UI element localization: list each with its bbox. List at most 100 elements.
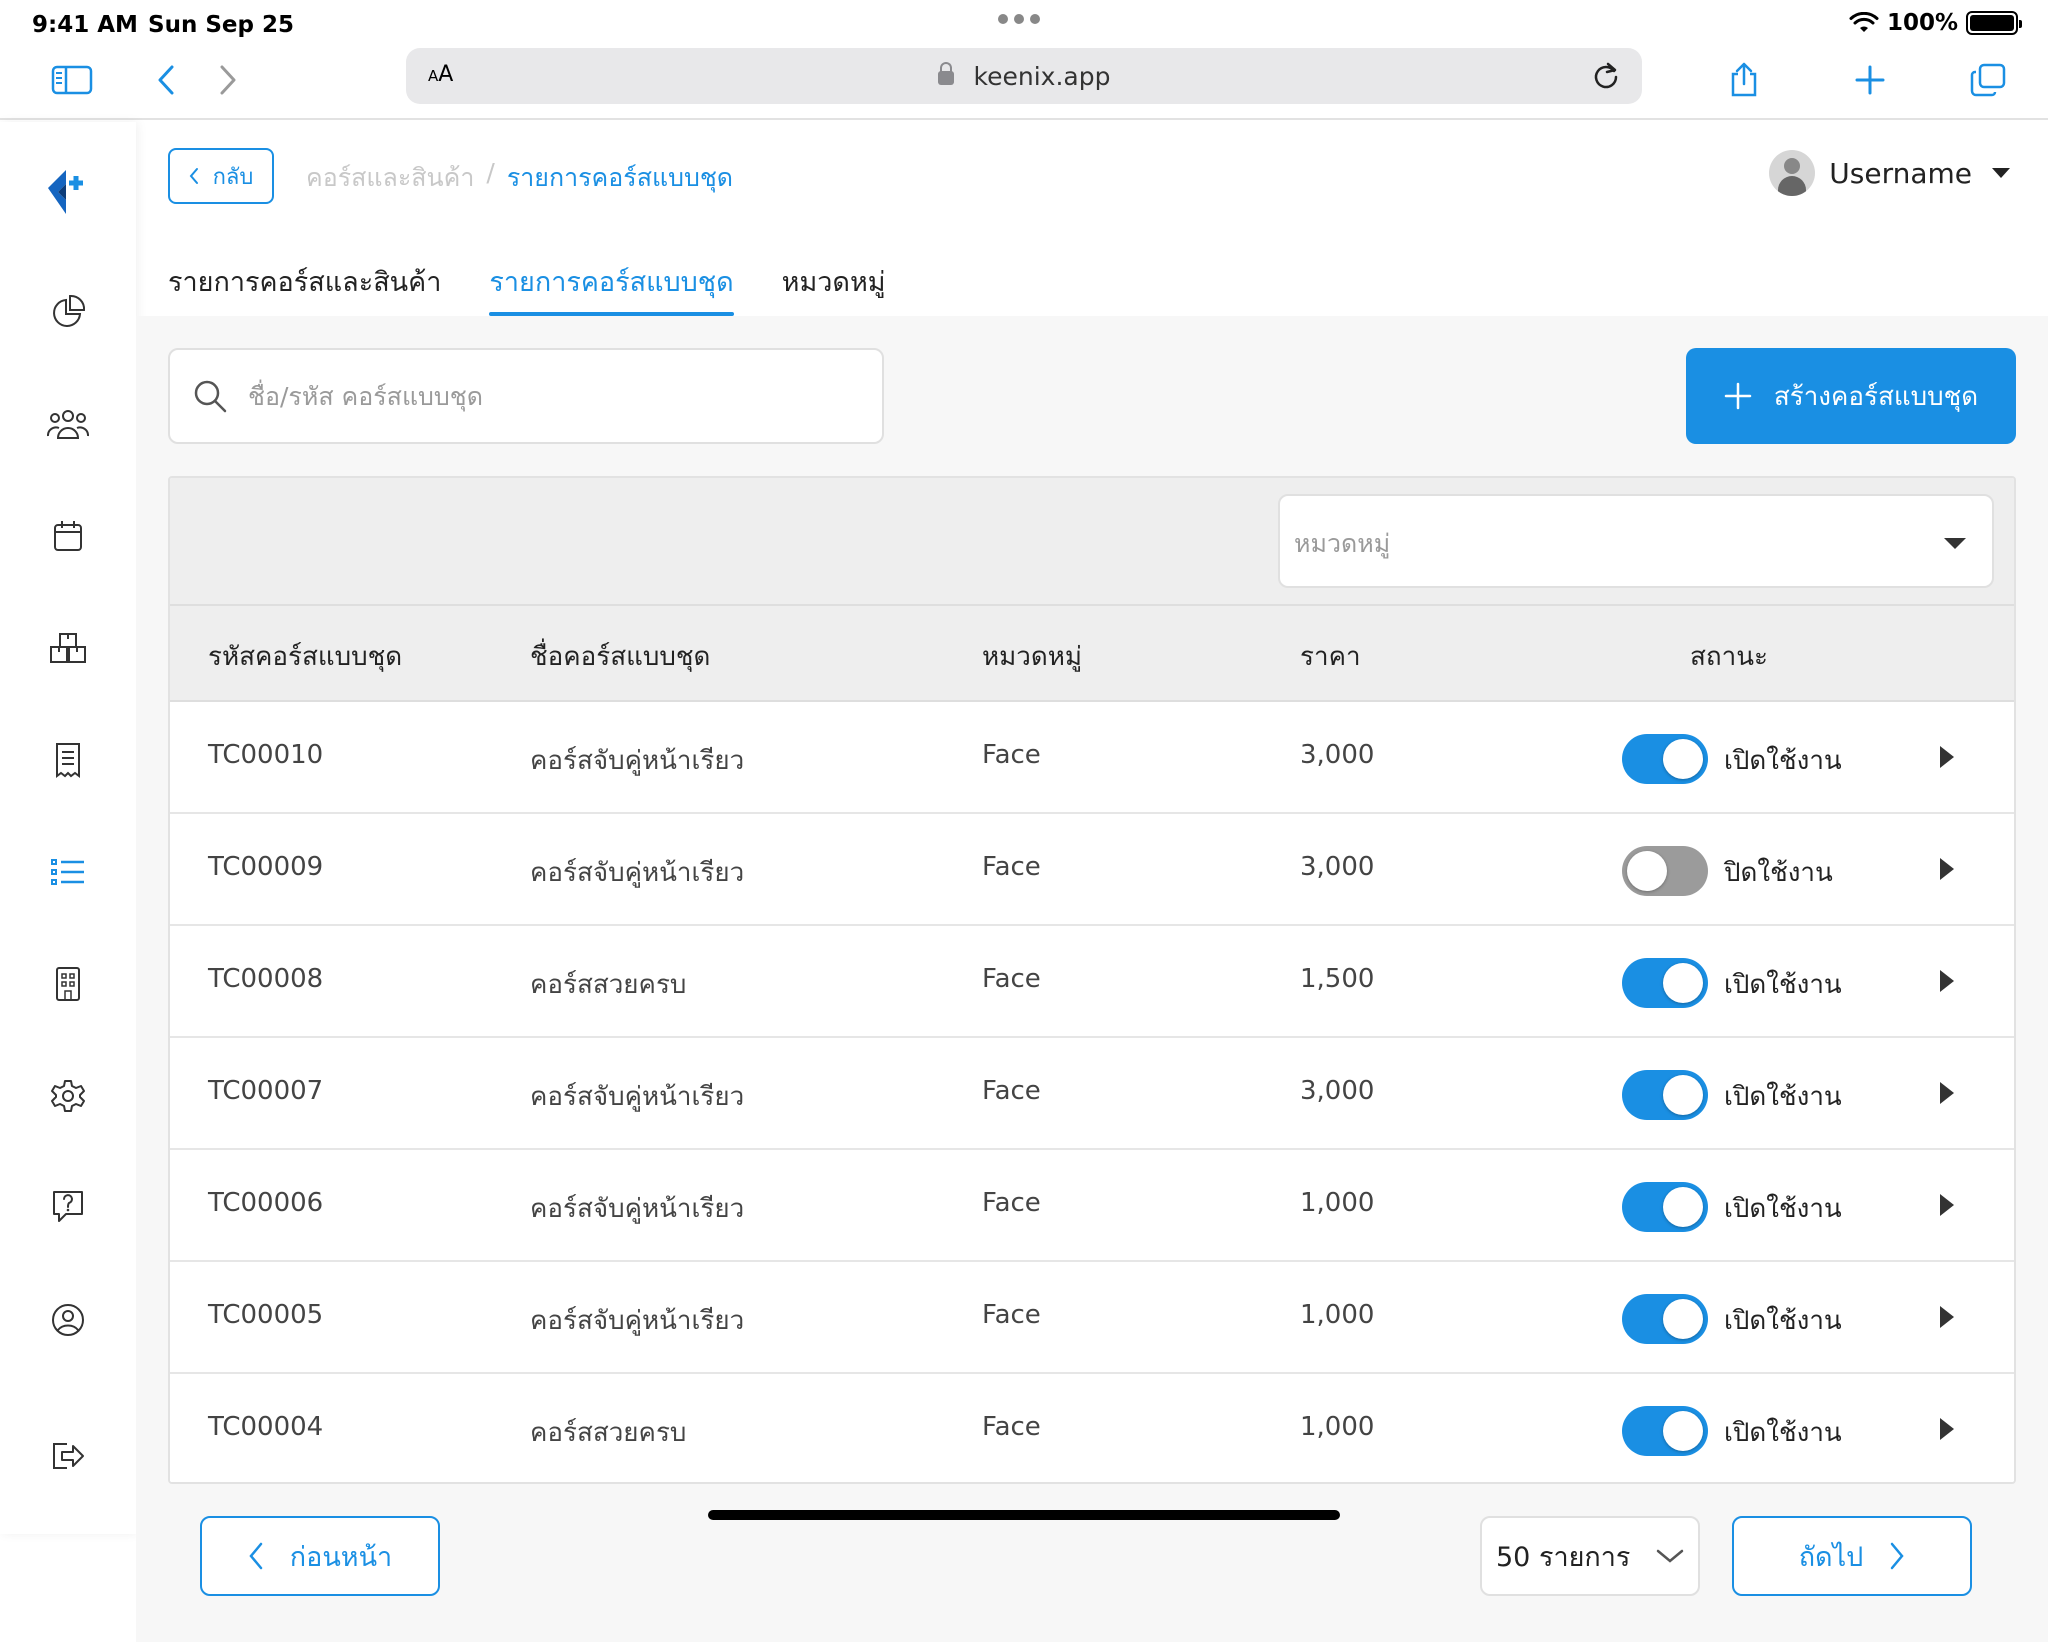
cell-code: TC00009 <box>208 852 324 882</box>
status-toggle[interactable] <box>1622 1294 1708 1344</box>
search-box <box>168 348 884 444</box>
status-toggle[interactable] <box>1622 734 1708 784</box>
toggle-knob <box>1627 851 1667 891</box>
back-label: กลับ <box>212 164 254 190</box>
building-icon[interactable] <box>44 960 92 1008</box>
search-input[interactable] <box>248 368 848 424</box>
reload-icon[interactable] <box>1592 60 1620 90</box>
course-list-icon[interactable] <box>44 848 92 896</box>
table-filter-row: หมวดหมู่ <box>170 478 2014 606</box>
tab-course-bundles[interactable]: รายการคอร์สแบบชุด <box>489 256 734 316</box>
dashboard-chart-icon[interactable] <box>44 288 92 336</box>
avatar <box>1769 150 1816 196</box>
user-menu[interactable]: Username <box>1769 150 2010 196</box>
cell-code: TC00007 <box>208 1076 324 1106</box>
logout-icon[interactable] <box>44 1432 92 1480</box>
previous-page-label: ก่อนหน้า <box>289 1541 393 1573</box>
breadcrumb-parent[interactable]: คอร์สและสินค้า <box>306 158 474 198</box>
tabs-overview-icon[interactable] <box>1964 56 2012 104</box>
calendar-icon[interactable] <box>44 512 92 560</box>
category-select[interactable]: หมวดหมู่ <box>1278 494 1994 588</box>
cell-category: Face <box>982 852 1041 882</box>
browser-back-icon[interactable] <box>142 56 190 104</box>
toggle-knob <box>1663 1187 1703 1227</box>
column-category[interactable]: หมวดหมู่ <box>982 636 1082 677</box>
sidebar-toggle-icon[interactable] <box>48 56 96 104</box>
status-label: ปิดใช้งาน <box>1724 858 1833 888</box>
search-icon <box>194 380 227 413</box>
profile-icon[interactable] <box>44 1296 92 1344</box>
cell-name: คอร์สจับคู่หน้าเรียว <box>530 1194 745 1224</box>
tab-courses-products[interactable]: รายการคอร์สและสินค้า <box>168 256 441 316</box>
per-page-select[interactable]: 50 รายการ <box>1480 1516 1700 1596</box>
toggle-knob <box>1663 739 1703 779</box>
table-row[interactable]: TC00010 คอร์สจับคู่หน้าเรียว Face 3,000 เปิด… <box>170 702 2014 814</box>
home-indicator[interactable] <box>708 1510 1340 1520</box>
table-row[interactable]: TC00006 คอร์สจับคู่หน้าเรียว Face 1,000 เปิด… <box>170 1150 2014 1262</box>
toggle-knob <box>1663 1075 1703 1115</box>
table-row[interactable]: TC00008 คอร์สสวยครบ Face 1,500 เปิดใช้งาน <box>170 926 2014 1038</box>
tab-bar: รายการคอร์สและสินค้า รายการคอร์สแบบชุด ห… <box>168 256 886 316</box>
table-row[interactable]: TC00004 คอร์สสวยครบ Face 1,000 เปิดใช้งาน <box>170 1374 2014 1482</box>
bundle-table: หมวดหมู่ รหัสคอร์สแบบชุด ชื่อคอร์สแบบชุด… <box>168 476 2016 1484</box>
row-expand-arrow-icon[interactable] <box>1940 1194 1954 1216</box>
table-header: รหัสคอร์สแบบชุด ชื่อคอร์สแบบชุด หมวดหมู่… <box>170 606 2014 702</box>
help-icon[interactable] <box>44 1182 92 1230</box>
status-toggle[interactable] <box>1622 846 1708 896</box>
column-status[interactable]: สถานะ <box>1690 636 1768 677</box>
wifi-icon <box>1849 12 1879 32</box>
tab-categories[interactable]: หมวดหมู่ <box>782 256 886 316</box>
status-toggle[interactable] <box>1622 1182 1708 1232</box>
per-page-value: 50 รายการ <box>1496 1541 1631 1573</box>
row-expand-arrow-icon[interactable] <box>1940 858 1954 880</box>
column-price[interactable]: ราคา <box>1300 636 1361 677</box>
previous-page-button[interactable]: ก่อนหน้า <box>200 1516 440 1596</box>
toggle-knob <box>1663 1299 1703 1339</box>
status-toggle[interactable] <box>1622 1070 1708 1120</box>
column-code[interactable]: รหัสคอร์สแบบชุด <box>208 636 402 677</box>
app-logo-icon[interactable] <box>44 166 92 214</box>
row-expand-arrow-icon[interactable] <box>1940 1082 1954 1104</box>
status-toggle[interactable] <box>1622 1406 1708 1456</box>
status-toggle[interactable] <box>1622 958 1708 1008</box>
cell-category: Face <box>982 964 1041 994</box>
chevron-left-icon <box>249 1542 263 1570</box>
users-icon[interactable] <box>44 400 92 448</box>
new-tab-icon[interactable] <box>1846 56 1894 104</box>
settings-icon[interactable] <box>44 1072 92 1120</box>
table-row[interactable]: TC00009 คอร์สจับคู่หน้าเรียว Face 3,000 ปิดใ… <box>170 814 2014 926</box>
battery-icon <box>1966 11 2022 35</box>
chevron-down-icon <box>1657 1549 1684 1563</box>
table-row[interactable]: TC00007 คอร์สจับคู่หน้าเรียว Face 3,000 เปิด… <box>170 1038 2014 1150</box>
row-expand-arrow-icon[interactable] <box>1940 1418 1954 1440</box>
cell-category: Face <box>982 1188 1041 1218</box>
row-expand-arrow-icon[interactable] <box>1940 746 1954 768</box>
category-select-placeholder: หมวดหมู่ <box>1294 529 1391 558</box>
row-expand-arrow-icon[interactable] <box>1940 1306 1954 1328</box>
back-button[interactable]: กลับ <box>168 148 274 204</box>
share-icon[interactable] <box>1720 56 1768 104</box>
status-label: เปิดใช้งาน <box>1724 746 1842 776</box>
cell-name: คอร์สสวยครบ <box>530 970 687 1000</box>
next-page-label: ถัดไป <box>1798 1541 1864 1573</box>
table-row[interactable]: TC00005 คอร์สจับคู่หน้าเรียว Face 1,000 เปิด… <box>170 1262 2014 1374</box>
boxes-icon[interactable] <box>44 624 92 672</box>
status-date: Sun Sep 25 <box>148 12 294 38</box>
create-bundle-button[interactable]: สร้างคอร์สแบบชุด <box>1686 348 2016 444</box>
address-bar[interactable]: AAAA keenix.app <box>406 48 1642 104</box>
column-name[interactable]: ชื่อคอร์สแบบชุด <box>530 636 710 677</box>
cell-price: 3,000 <box>1300 740 1375 770</box>
cell-price: 1,500 <box>1300 964 1375 994</box>
browser-toolbar: AAAA keenix.app <box>0 46 2048 120</box>
row-expand-arrow-icon[interactable] <box>1940 970 1954 992</box>
status-label: เปิดใช้งาน <box>1724 1082 1842 1112</box>
cell-code: TC00004 <box>208 1412 324 1442</box>
cell-price: 3,000 <box>1300 852 1375 882</box>
browser-forward-icon[interactable] <box>204 56 252 104</box>
username: Username <box>1829 156 1972 190</box>
cell-name: คอร์สจับคู่หน้าเรียว <box>530 1306 745 1336</box>
multitasking-dots-icon[interactable] <box>998 14 1040 24</box>
receipt-icon[interactable] <box>44 736 92 784</box>
next-page-button[interactable]: ถัดไป <box>1732 1516 1972 1596</box>
chevron-left-icon <box>189 168 198 184</box>
